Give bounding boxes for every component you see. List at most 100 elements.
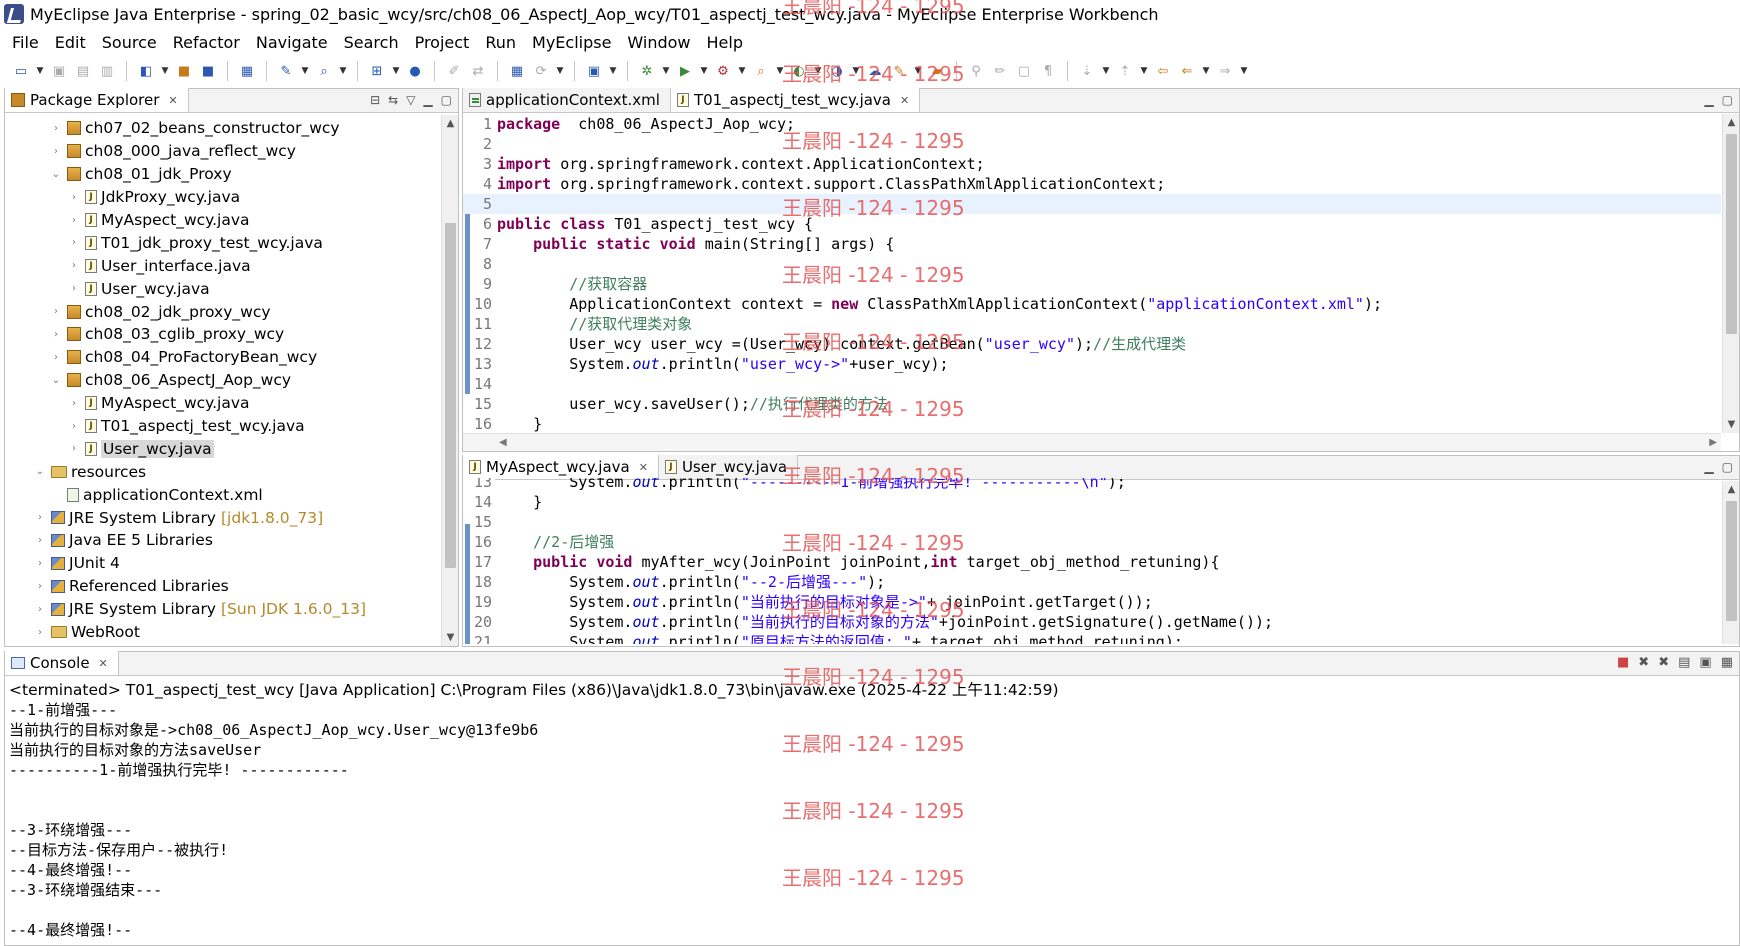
block-select-icon[interactable]: ▢ [1013, 61, 1035, 81]
tab-package-explorer[interactable]: Package Explorer ✕ [5, 88, 189, 112]
remove-all-icon[interactable]: ✖ [1658, 655, 1669, 670]
tab-user-wcy[interactable]: J User_wcy.java [658, 455, 799, 479]
tree-item[interactable]: › Java EE 5 Libraries [5, 529, 440, 552]
collapsed-icon[interactable]: › [67, 398, 81, 409]
tree-item[interactable]: › J T01_aspectj_test_wcy.java [5, 415, 440, 438]
highlight-icon[interactable]: ✏ [989, 61, 1011, 81]
debug-dropdown-icon[interactable]: ▼ [660, 61, 672, 81]
terminal-icon[interactable]: ▣ [583, 61, 605, 81]
open-folder-icon[interactable]: ▰ [926, 61, 948, 81]
expanded-icon[interactable]: ⌄ [49, 375, 63, 386]
display-console-icon[interactable]: ▦ [1721, 655, 1733, 670]
expanded-icon[interactable]: ⌄ [33, 466, 47, 477]
editor-top-scrollbar[interactable]: ▲ ▼ [1722, 114, 1739, 433]
menu-help[interactable]: Help [699, 33, 751, 52]
last-edit-icon[interactable]: ⇦ [1152, 61, 1174, 81]
collapsed-icon[interactable]: › [33, 558, 47, 569]
tree-item[interactable]: › ch08_03_cglib_proxy_wcy [5, 323, 440, 346]
collapsed-icon[interactable]: › [33, 604, 47, 615]
search-icon[interactable]: ⌕ [750, 61, 772, 81]
debug-icon[interactable]: ✲ [636, 61, 658, 81]
code-line[interactable]: 4 import org.springframework.context.supp… [463, 174, 1721, 194]
scrollbar-thumb[interactable] [445, 223, 456, 568]
cloud-icon[interactable]: ☁ [864, 61, 886, 81]
deploy-dropdown-icon[interactable]: ▼ [299, 61, 311, 81]
tree-item[interactable]: applicationContext.xml [5, 483, 440, 506]
collapsed-icon[interactable]: › [67, 237, 81, 248]
run-dropdown-icon[interactable]: ▼ [698, 61, 710, 81]
collapsed-icon[interactable]: › [49, 306, 63, 317]
pen-icon[interactable]: ✎ [888, 61, 910, 81]
maximize-icon[interactable]: ▢ [441, 93, 452, 107]
menu-refactor[interactable]: Refactor [165, 33, 248, 52]
scroll-left-icon[interactable]: ◀ [499, 437, 507, 448]
tab-myaspect-wcy[interactable]: J MyAspect_wcy.java ✕ [463, 455, 659, 479]
collapsed-icon[interactable]: › [33, 581, 47, 592]
collapsed-icon[interactable]: › [67, 283, 81, 294]
menu-file[interactable]: File [4, 33, 47, 52]
package-icon[interactable]: ■ [173, 61, 195, 81]
next-annotation-dropdown-icon[interactable]: ▼ [1100, 61, 1112, 81]
tree-item[interactable]: › ch08_02_jdk_proxy_wcy [5, 300, 440, 323]
menu-navigate[interactable]: Navigate [248, 33, 336, 52]
pen-dropdown-icon[interactable]: ▼ [912, 61, 924, 81]
open-type-dropdown-icon[interactable]: ▼ [390, 61, 402, 81]
tree-item[interactable]: › Referenced Libraries [5, 575, 440, 598]
code-line[interactable]: 3 import org.springframework.context.Appl… [463, 154, 1721, 174]
collapse-all-icon[interactable]: ⊟ [370, 93, 380, 107]
code-editor[interactable]: 13 System.out.println("----------1-前增强执行… [463, 478, 1721, 644]
tree-item[interactable]: › J MyAspect_wcy.java [5, 209, 440, 232]
code-line[interactable]: 1 package ch08_06_AspectJ_Aop_wcy; [463, 114, 1721, 134]
profile-dropdown-icon[interactable]: ▼ [850, 61, 862, 81]
new-icon[interactable]: ▭ [10, 61, 32, 81]
menu-edit[interactable]: Edit [47, 33, 94, 52]
close-icon[interactable]: ✕ [639, 461, 648, 474]
code-line[interactable]: 15 user_wcy.saveUser();//执行代理类的方法 [463, 394, 1721, 414]
code-line[interactable]: 18 System.out.println("--2-后增强---"); [463, 572, 1721, 592]
forward-dropdown-icon[interactable]: ▼ [1238, 61, 1250, 81]
deploy-icon[interactable]: ✎ [275, 61, 297, 81]
back-dropdown-icon[interactable]: ▼ [1200, 61, 1212, 81]
scroll-down-icon[interactable]: ▼ [442, 629, 459, 646]
code-line[interactable]: 5 [463, 194, 1721, 214]
code-line[interactable]: 13 System.out.println("user_wcy->"+user_… [463, 354, 1721, 374]
scroll-down-icon[interactable]: ▼ [1723, 416, 1740, 433]
code-line[interactable]: 10 ApplicationContext context = new Clas… [463, 294, 1721, 314]
new-wizard-dropdown-icon[interactable]: ▼ [159, 61, 171, 81]
code-line[interactable]: 14 [463, 374, 1721, 394]
open-type-icon[interactable]: ⊞ [366, 61, 388, 81]
next-annotation-icon[interactable]: ⇣ [1076, 61, 1098, 81]
previous-annotation-icon[interactable]: ⇡ [1114, 61, 1136, 81]
code-line[interactable]: 6 public class T01_aspectj_test_wcy { [463, 214, 1721, 234]
new-dropdown-icon[interactable]: ▼ [34, 61, 46, 81]
close-icon[interactable]: ✕ [99, 657, 108, 670]
menu-search[interactable]: Search [336, 33, 407, 52]
layout-icon[interactable]: ▦ [506, 61, 528, 81]
tree-item[interactable]: › J T01_jdk_proxy_test_wcy.java [5, 231, 440, 254]
collapsed-icon[interactable]: › [49, 329, 63, 340]
tab-console[interactable]: Console ✕ [5, 651, 119, 675]
show-whitespace-icon[interactable]: ¶ [1037, 61, 1059, 81]
menu-project[interactable]: Project [407, 33, 478, 52]
tree-item[interactable]: › JRE System Library [Sun JDK 1.6.0_13] [5, 598, 440, 621]
collapsed-icon[interactable]: › [67, 260, 81, 271]
tree-item[interactable]: › J User_wcy.java [5, 437, 440, 460]
collapsed-icon[interactable]: › [33, 627, 47, 638]
scroll-up-icon[interactable]: ▲ [1723, 481, 1740, 498]
save-all-icon[interactable]: ▤ [72, 61, 94, 81]
tree-item[interactable]: › ch08_04_ProFactoryBean_wcy [5, 346, 440, 369]
new-wizard-icon[interactable]: ◧ [135, 61, 157, 81]
close-icon[interactable]: ✕ [900, 94, 909, 107]
refresh-icon[interactable]: ⟳ [530, 61, 552, 81]
collapsed-icon[interactable]: › [67, 215, 81, 226]
tree-item[interactable]: › JUnit 4 [5, 552, 440, 575]
code-line[interactable]: 8 [463, 254, 1721, 274]
coverage-icon[interactable]: ◐ [788, 61, 810, 81]
back-icon[interactable]: ⇐ [1176, 61, 1198, 81]
editor-top-hscrollbar[interactable]: ◀ ▶ [463, 433, 1721, 451]
code-line[interactable]: 14 } [463, 492, 1721, 512]
menu-myeclipse[interactable]: MyEclipse [524, 33, 619, 52]
menu-window[interactable]: Window [619, 33, 698, 52]
code-line[interactable]: 7 public static void main(String[] args)… [463, 234, 1721, 254]
globe-icon[interactable]: ● [404, 61, 426, 81]
